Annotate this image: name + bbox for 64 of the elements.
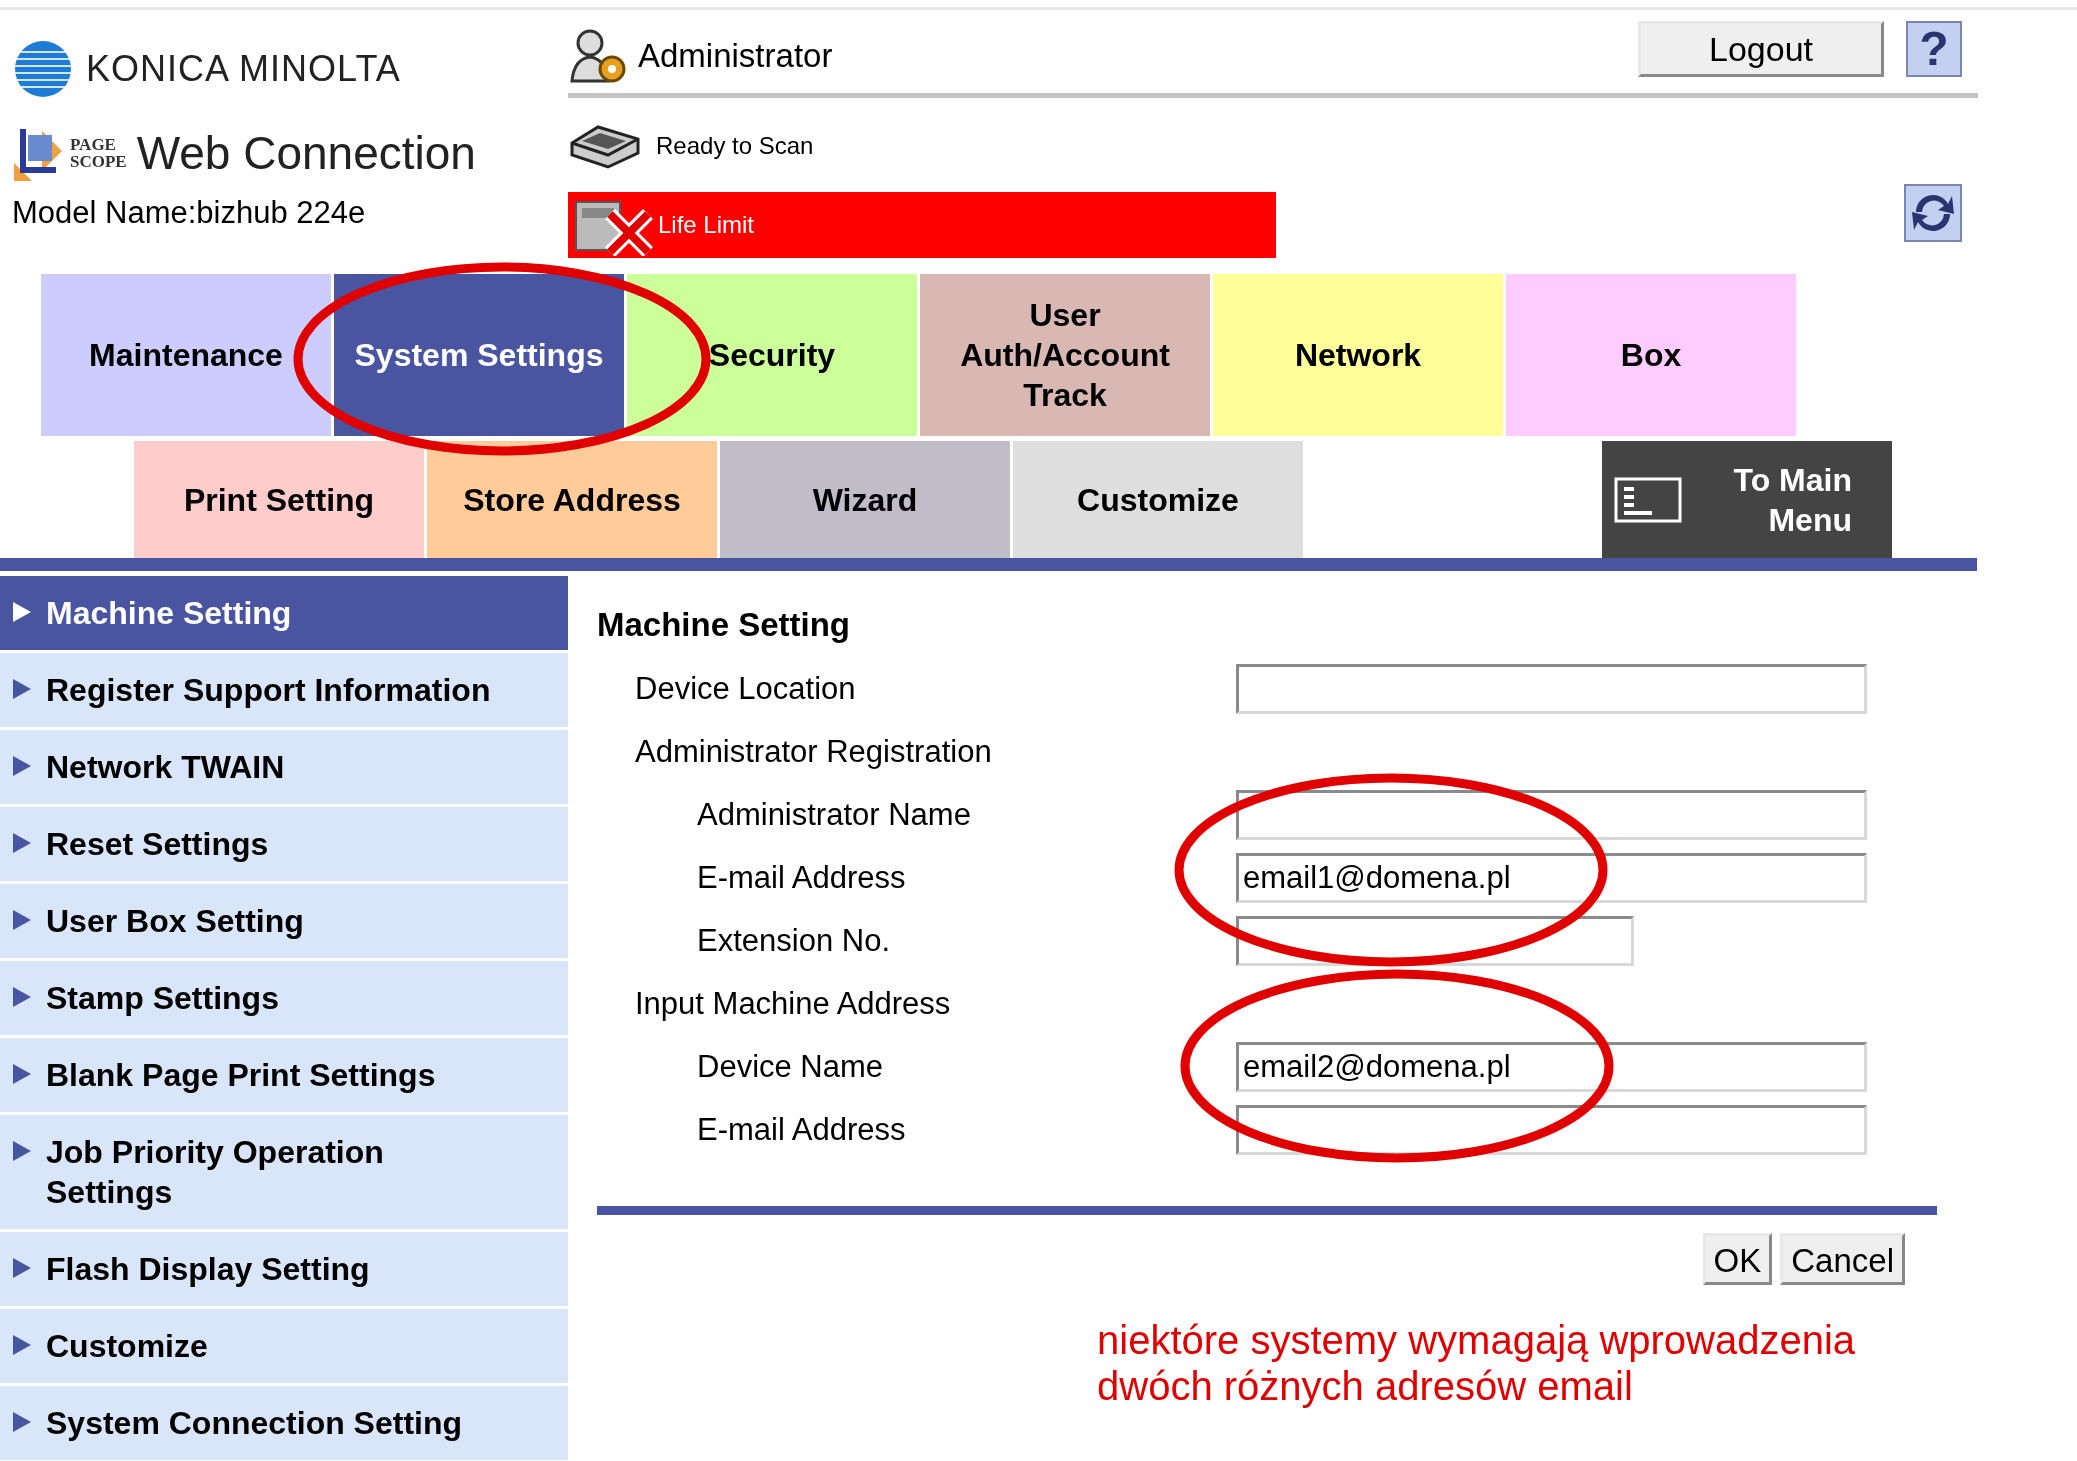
sidebar-item[interactable]: Flash Display Setting — [0, 1232, 568, 1306]
field-label: E-mail Address — [696, 858, 907, 897]
product-title: Web Connection — [136, 125, 476, 181]
text-field[interactable] — [1236, 790, 1867, 840]
triangle-icon — [12, 986, 32, 1008]
alert-text: Life Limit — [658, 210, 755, 240]
nav-tab[interactable]: Security — [627, 274, 917, 436]
sidebar-item[interactable]: User Box Setting — [0, 884, 568, 958]
refresh-icon[interactable] — [1904, 184, 1962, 242]
text-field[interactable]: email2@domena.pl — [1236, 1042, 1867, 1092]
help-button[interactable]: ? — [1906, 20, 1962, 77]
sidebar-item[interactable]: Machine Setting — [0, 576, 568, 650]
triangle-icon — [12, 1411, 32, 1433]
text-field[interactable] — [1236, 664, 1867, 714]
logo-text: SCOPE — [70, 153, 127, 170]
text-field[interactable] — [1236, 1105, 1867, 1155]
sidebar-item[interactable]: System Connection Setting — [0, 1386, 568, 1460]
model-name: Model Name:bizhub 224e — [12, 194, 367, 232]
nav-tab[interactable]: User Auth/Account Track — [920, 274, 1210, 436]
triangle-icon — [12, 1334, 32, 1356]
logout-button[interactable]: Logout — [1638, 20, 1884, 77]
main-menu-button[interactable]: To Main Menu — [1602, 441, 1892, 558]
sidebar-item[interactable]: Job Priority Operation Settings — [0, 1115, 568, 1229]
sidebar-item[interactable]: Stamp Settings — [0, 961, 568, 1035]
triangle-icon — [12, 832, 32, 854]
sub-tab[interactable]: Customize — [1013, 441, 1303, 558]
triangle-icon — [12, 1063, 32, 1085]
field-label: Device Location — [634, 669, 857, 708]
group-label: Input Machine Address — [634, 984, 952, 1023]
nav-tab[interactable]: Box — [1506, 274, 1796, 436]
nav-tab[interactable]: Network — [1213, 274, 1503, 436]
triangle-icon — [12, 678, 32, 700]
field-label: Device Name — [696, 1047, 885, 1086]
form-button[interactable]: OK — [1702, 1232, 1773, 1285]
sidebar-item[interactable]: Reset Settings — [0, 807, 568, 881]
sidebar-item[interactable]: Customize — [0, 1309, 568, 1383]
triangle-icon — [12, 1140, 32, 1162]
sidebar-item[interactable]: Blank Page Print Settings — [0, 1038, 568, 1112]
nav-tab[interactable]: System Settings — [334, 274, 624, 436]
globe-logo-icon — [12, 41, 74, 97]
field-label: E-mail Address — [696, 1110, 907, 1149]
sidebar-item[interactable]: Network TWAIN — [0, 730, 568, 804]
annotation-text: niektóre systemy wymagają wprowadzenia — [1097, 1316, 1857, 1363]
sub-tab[interactable]: Wizard — [720, 441, 1010, 558]
triangle-icon — [12, 909, 32, 931]
form-button[interactable]: Cancel — [1780, 1232, 1905, 1285]
nav-tab[interactable]: Maintenance — [41, 274, 331, 436]
group-label: Administrator Registration — [634, 732, 993, 771]
text-field[interactable]: email1@domena.pl — [1236, 853, 1867, 903]
logo-text: PAGE — [70, 136, 117, 153]
annotation-text: dwóch różnych adresów email — [1097, 1362, 1634, 1409]
triangle-icon — [12, 601, 32, 623]
sidebar-item[interactable]: Register Support Information — [0, 653, 568, 727]
triangle-icon — [12, 755, 32, 777]
field-label: Extension No. — [696, 921, 891, 960]
field-label: Administrator Name — [696, 795, 972, 834]
triangle-icon — [12, 1257, 32, 1279]
user-role: Administrator — [638, 35, 833, 76]
brand-logo: KONICA MINOLTA — [86, 47, 401, 91]
sub-tab[interactable]: Print Setting — [134, 441, 424, 558]
scanner-status: Ready to Scan — [656, 131, 814, 161]
menu-screen-icon — [1614, 476, 1682, 523]
section-title: Machine Setting — [597, 605, 852, 645]
sub-tab[interactable]: Store Address — [427, 441, 717, 558]
